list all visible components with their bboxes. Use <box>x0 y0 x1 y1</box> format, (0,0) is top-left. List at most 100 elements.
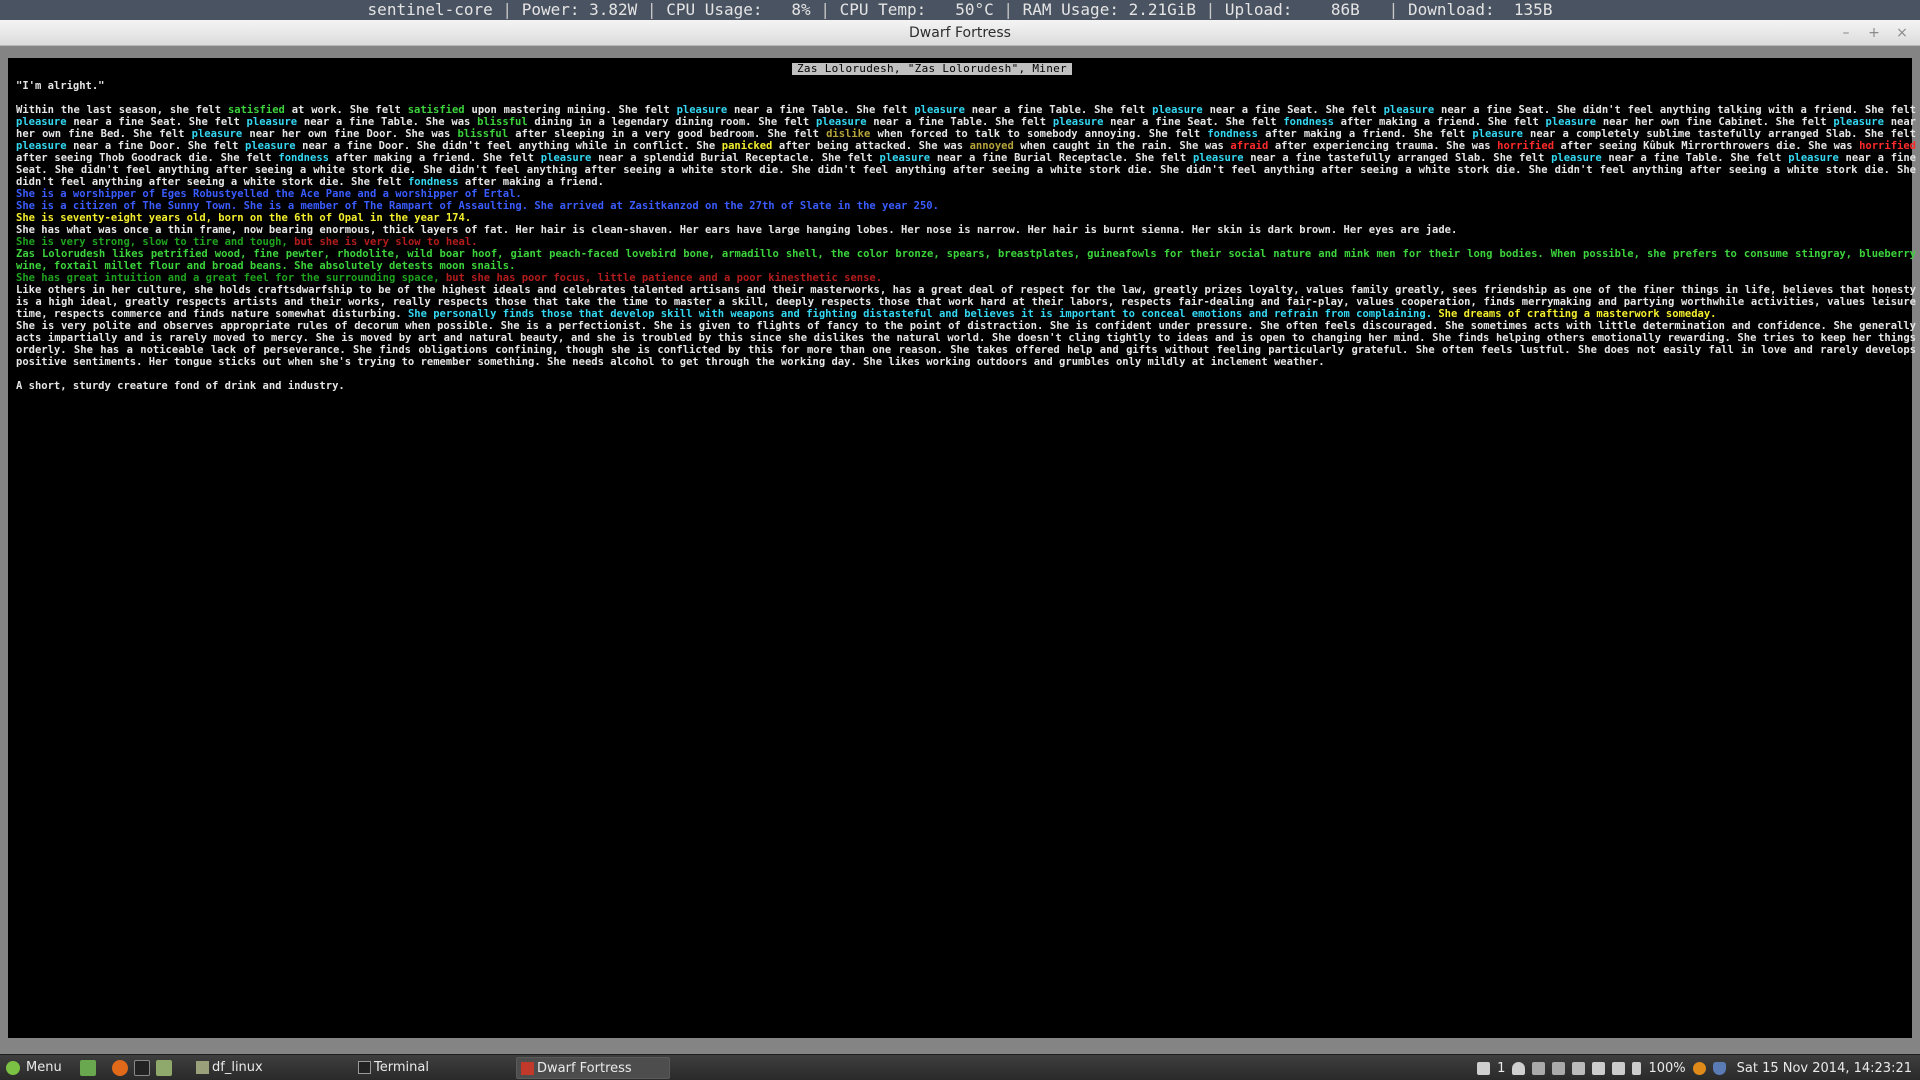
text-segment: blissful <box>457 128 509 140</box>
dwarf-fortress-icon <box>521 1062 534 1075</box>
system-status-bar: sentinel-core | Power: 3.82W | CPU Usage… <box>0 0 1920 20</box>
text-segment: pleasure <box>1192 152 1244 164</box>
user-icon[interactable] <box>1512 1061 1526 1075</box>
text-segment: near a fine Seat. She felt <box>1202 104 1384 116</box>
text-segment: pleasure <box>1788 152 1839 164</box>
clipboard-icon[interactable] <box>1532 1061 1546 1075</box>
text-segment: but she is very slow to heal. <box>294 236 478 248</box>
mint-logo-icon <box>6 1061 20 1075</box>
text-segment: dislike <box>826 128 871 140</box>
text-segment: near a fine Table. She felt <box>866 116 1053 128</box>
volume-icon[interactable] <box>1612 1061 1626 1075</box>
text-segment: satisfied <box>407 104 465 116</box>
text-segment: panicked <box>721 140 773 152</box>
text-segment: when forced to talk to somebody annoying… <box>870 128 1208 140</box>
text-segment: after making a friend. <box>458 176 604 188</box>
unit-description-text: "I'm alright." Within the last season, s… <box>16 80 1916 392</box>
text-segment: horrified <box>1497 140 1555 152</box>
maximize-button[interactable]: + <box>1866 20 1882 46</box>
text-segment: satisfied <box>227 104 285 116</box>
text-segment: fondness <box>1207 128 1258 140</box>
text-segment: She has great intuition and a great feel… <box>16 272 446 284</box>
text-segment: after seeing Kûbuk Mirrorthrowers die. S… <box>1554 140 1860 152</box>
bluetooth-icon[interactable] <box>1552 1061 1566 1075</box>
terminal-icon <box>358 1061 371 1074</box>
notification-count: 1 <box>1497 1060 1506 1076</box>
show-desktop-icon[interactable] <box>80 1060 96 1076</box>
text-segment: at work. She felt <box>284 104 408 116</box>
wifi-icon[interactable] <box>1592 1061 1606 1075</box>
chat-icon[interactable] <box>1477 1061 1491 1075</box>
window-label: Terminal <box>374 1060 429 1075</box>
hostname: sentinel-core <box>367 0 493 19</box>
unit-name-header: Zas Lolorudesh, "Zas Lolorudesh", Miner <box>792 63 1072 75</box>
creature-description: A short, sturdy creature fond of drink a… <box>16 380 345 392</box>
text-segment: annoyed <box>969 140 1014 152</box>
text-segment: pleasure <box>1383 104 1435 116</box>
window-controls: – + × <box>1838 20 1910 46</box>
minimize-button[interactable]: – <box>1838 20 1854 46</box>
battery-percentage: 100% <box>1648 1060 1686 1076</box>
text-segment: pleasure <box>540 152 592 164</box>
window-title: Dwarf Fortress <box>909 25 1011 41</box>
close-button[interactable]: × <box>1894 20 1910 46</box>
text-segment: pleasure <box>1052 116 1104 128</box>
text-segment: near her own fine Door. She was <box>242 128 458 140</box>
menu-label: Menu <box>26 1060 62 1075</box>
text-segment: after making a friend. She felt <box>328 152 541 164</box>
unit-citizenship: She is a citizen of The Sunny Town. She … <box>16 200 939 212</box>
text-segment: near a fine Table. She felt <box>1601 152 1789 164</box>
text-segment: pleasure <box>914 104 965 116</box>
unit-personality: She is very polite and observes appropri… <box>16 320 1916 368</box>
text-segment: horrified <box>1859 140 1916 152</box>
text-segment: afraid <box>1230 140 1269 152</box>
text-segment: near a completely sublime tastefully arr… <box>1522 128 1916 140</box>
text-segment: after making a friend. She felt <box>1257 128 1473 140</box>
system-tray: 1 100% Sat 15 Nov 2014, 14:23:21 <box>1477 1055 1920 1080</box>
unit-thoughts: Within the last season, she felt satisfi… <box>16 104 1916 188</box>
download-readout: Download: 135B <box>1407 0 1553 19</box>
text-segment: She dreams of crafting a masterwork some… <box>1432 308 1717 320</box>
text-segment: near a splendid Burial Receptacle. She f… <box>591 152 880 164</box>
game-viewport[interactable]: Zas Lolorudesh, "Zas Lolorudesh", Miner … <box>0 46 1920 1054</box>
text-segment: near a fine Table. She felt <box>964 104 1153 116</box>
power-readout: Power: 3.82W <box>521 0 638 19</box>
text-segment: pleasure <box>676 104 728 116</box>
unit-worship: She is a worshipper of Eges Robustyelled… <box>16 188 522 200</box>
start-menu-button[interactable]: Menu <box>4 1055 62 1080</box>
text-segment: after making a friend. She felt <box>1333 116 1546 128</box>
text-segment: near a fine Table. She was <box>297 116 478 128</box>
text-segment: after experiencing trauma. She was <box>1268 140 1498 152</box>
text-segment: near a fine Seat. She didn't feel anythi… <box>1434 104 1917 116</box>
text-segment: pleasure <box>245 140 296 152</box>
unit-appearance: She has what was once a thin frame, now … <box>16 224 1458 236</box>
files-launcher-icon[interactable] <box>156 1060 172 1076</box>
text-segment: pleasure <box>246 116 298 128</box>
update-warning-icon[interactable] <box>1692 1061 1706 1075</box>
text-segment: pleasure <box>16 116 67 128</box>
text-segment: pleasure <box>1833 116 1884 128</box>
text-segment: near a fine Seat. She felt <box>1103 116 1284 128</box>
cpu-usage-readout: CPU Usage: 8% <box>666 0 811 19</box>
text-segment: pleasure <box>16 140 67 152</box>
window-label: df_linux <box>212 1060 263 1075</box>
terminal-launcher-icon[interactable] <box>134 1060 150 1076</box>
taskbar-window-terminal[interactable]: Terminal <box>354 1057 504 1079</box>
unit-physical-attributes: She is very strong, slow to tire and tou… <box>16 236 1916 248</box>
taskbar-window-dwarf-fortress[interactable]: Dwarf Fortress <box>516 1057 670 1079</box>
network-icon[interactable] <box>1572 1061 1586 1075</box>
text-segment: dining in a legendary dining room. She f… <box>527 116 816 128</box>
unit-description-screen: Zas Lolorudesh, "Zas Lolorudesh", Miner … <box>8 58 1916 1038</box>
window-titlebar[interactable]: Dwarf Fortress – + × <box>0 20 1920 46</box>
unit-age: She is seventy-eight years old, born on … <box>16 212 472 224</box>
taskbar-window-df-linux[interactable]: df_linux <box>192 1057 342 1079</box>
text-segment: near a fine tastefully arranged Slab. Sh… <box>1243 152 1552 164</box>
text-segment: but she has poor focus, little patience … <box>445 272 883 284</box>
shield-icon[interactable] <box>1712 1061 1726 1075</box>
text-segment: near her own fine Cabinet. She felt <box>1596 116 1834 128</box>
text-segment: near a fine Burial Receptacle. She felt <box>930 152 1193 164</box>
firefox-icon[interactable] <box>112 1060 128 1076</box>
window-label: Dwarf Fortress <box>537 1061 632 1076</box>
battery-icon[interactable] <box>1632 1061 1642 1075</box>
clock[interactable]: Sat 15 Nov 2014, 14:23:21 <box>1737 1061 1912 1076</box>
